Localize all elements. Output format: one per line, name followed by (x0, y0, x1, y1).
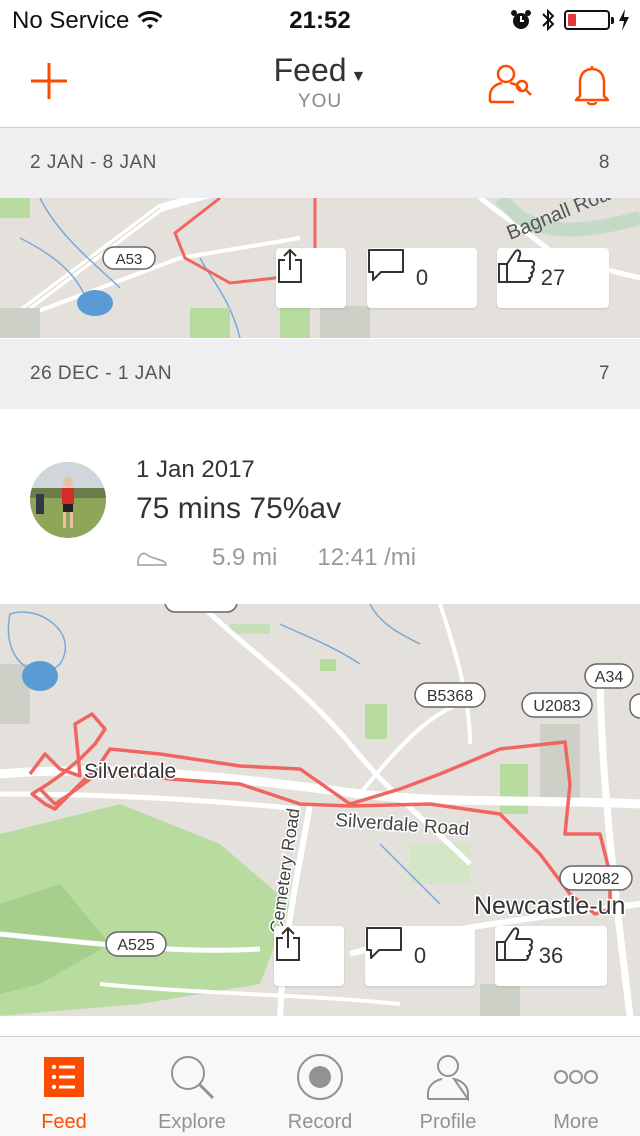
record-icon (297, 1054, 343, 1100)
week-header: 26 DEC - 1 JAN 7 (0, 339, 640, 409)
kudos-button[interactable]: 36 (495, 926, 607, 986)
tab-label: Profile (419, 1111, 477, 1133)
comment-button[interactable]: 0 (367, 248, 477, 308)
status-right (510, 8, 630, 32)
road-label-a34: A34 (584, 663, 634, 689)
caret-down-icon[interactable]: ▼ (351, 68, 367, 85)
week-header: 2 JAN - 8 JAN 8 (0, 128, 640, 198)
road-label-right-partial (629, 693, 640, 719)
road-label-b5368: B5368 (414, 682, 486, 708)
header: Feed ▼ YOU (0, 40, 640, 128)
place-label-newcastle: Newcastle-un (474, 892, 625, 920)
share-button[interactable] (274, 926, 344, 986)
share-icon (278, 248, 302, 283)
tab-profile[interactable]: Profile (384, 1037, 512, 1136)
run-shoe-icon (137, 552, 167, 566)
activity-distance: 5.9 mi (212, 544, 278, 571)
road-label-a53: A53 (102, 246, 156, 270)
page-subtitle: YOU (297, 91, 343, 112)
thumbs-up-icon (498, 249, 536, 283)
tab-feed[interactable]: Feed (0, 1037, 128, 1136)
tab-bar: Feed Explore Record Profile More (0, 1036, 640, 1136)
feed-icon (44, 1057, 84, 1097)
activity-map-2[interactable]: B5368 U2083 A34 U2082 A525 Silverdale Si… (0, 604, 640, 1016)
tab-label: Record (287, 1111, 353, 1133)
svg-text:A53: A53 (116, 251, 143, 268)
comment-icon (368, 249, 404, 281)
tab-explore[interactable]: Explore (128, 1037, 256, 1136)
activity-date: 1 Jan 2017 (136, 456, 255, 483)
place-label-silverdale: Silverdale (84, 760, 176, 783)
avatar[interactable] (30, 462, 106, 538)
page-title[interactable]: Feed (274, 52, 347, 88)
battery-icon (564, 10, 614, 30)
svg-text:U2083: U2083 (533, 698, 580, 715)
status-bar: No Service 21:52 (0, 0, 640, 40)
feed-selector[interactable]: Feed ▼ YOU (0, 52, 640, 113)
road-label-a525: A525 (105, 931, 167, 957)
kudos-count: 27 (540, 265, 566, 290)
kudos-count: 36 (538, 943, 564, 968)
road-label-u2083: U2083 (521, 692, 593, 718)
activity-pace: 12:41 /mi (317, 544, 417, 571)
svg-text:A525: A525 (117, 937, 154, 954)
tab-more[interactable]: More (512, 1037, 640, 1136)
charging-icon (619, 9, 629, 31)
week-range: 2 JAN - 8 JAN (30, 152, 157, 173)
activity-stats: 5.9 mi 12:41 /mi (136, 544, 416, 572)
comment-count: 0 (413, 943, 427, 968)
road-label-u2082: U2082 (559, 865, 633, 891)
activity-map-1[interactable]: A53 Bagnall Road 0 27 (0, 198, 640, 338)
comment-count: 0 (415, 265, 429, 290)
svg-text:B5368: B5368 (427, 688, 473, 705)
explore-icon (171, 1056, 215, 1100)
battery-level (568, 14, 576, 26)
tab-record[interactable]: Record (256, 1037, 384, 1136)
tab-label: Feed (41, 1111, 87, 1133)
find-friends-icon[interactable] (486, 62, 534, 106)
svg-text:A34: A34 (595, 669, 624, 686)
tab-label: More (553, 1111, 599, 1133)
week-range: 26 DEC - 1 JAN (30, 363, 173, 384)
share-icon (276, 926, 300, 961)
activity-title[interactable]: 75 mins 75%av (136, 492, 341, 526)
tab-label: Explore (158, 1111, 226, 1133)
week-activity-count: 7 (598, 363, 610, 384)
comment-icon (366, 927, 402, 959)
svg-text:U2082: U2082 (572, 871, 619, 888)
more-icon (554, 1070, 598, 1084)
notifications-bell-icon[interactable] (572, 62, 612, 106)
kudos-button[interactable]: 27 (497, 248, 609, 308)
profile-icon (427, 1055, 469, 1101)
week-activity-count: 8 (598, 152, 610, 173)
thumbs-up-icon (496, 927, 534, 961)
comment-button[interactable]: 0 (365, 926, 475, 986)
road-label-top-partial (164, 604, 238, 613)
activity-card[interactable]: 1 Jan 2017 75 mins 75%av 5.9 mi 12:41 /m… (0, 410, 640, 604)
bluetooth-icon (542, 8, 555, 32)
share-button[interactable] (276, 248, 346, 308)
alarm-icon (511, 10, 531, 29)
